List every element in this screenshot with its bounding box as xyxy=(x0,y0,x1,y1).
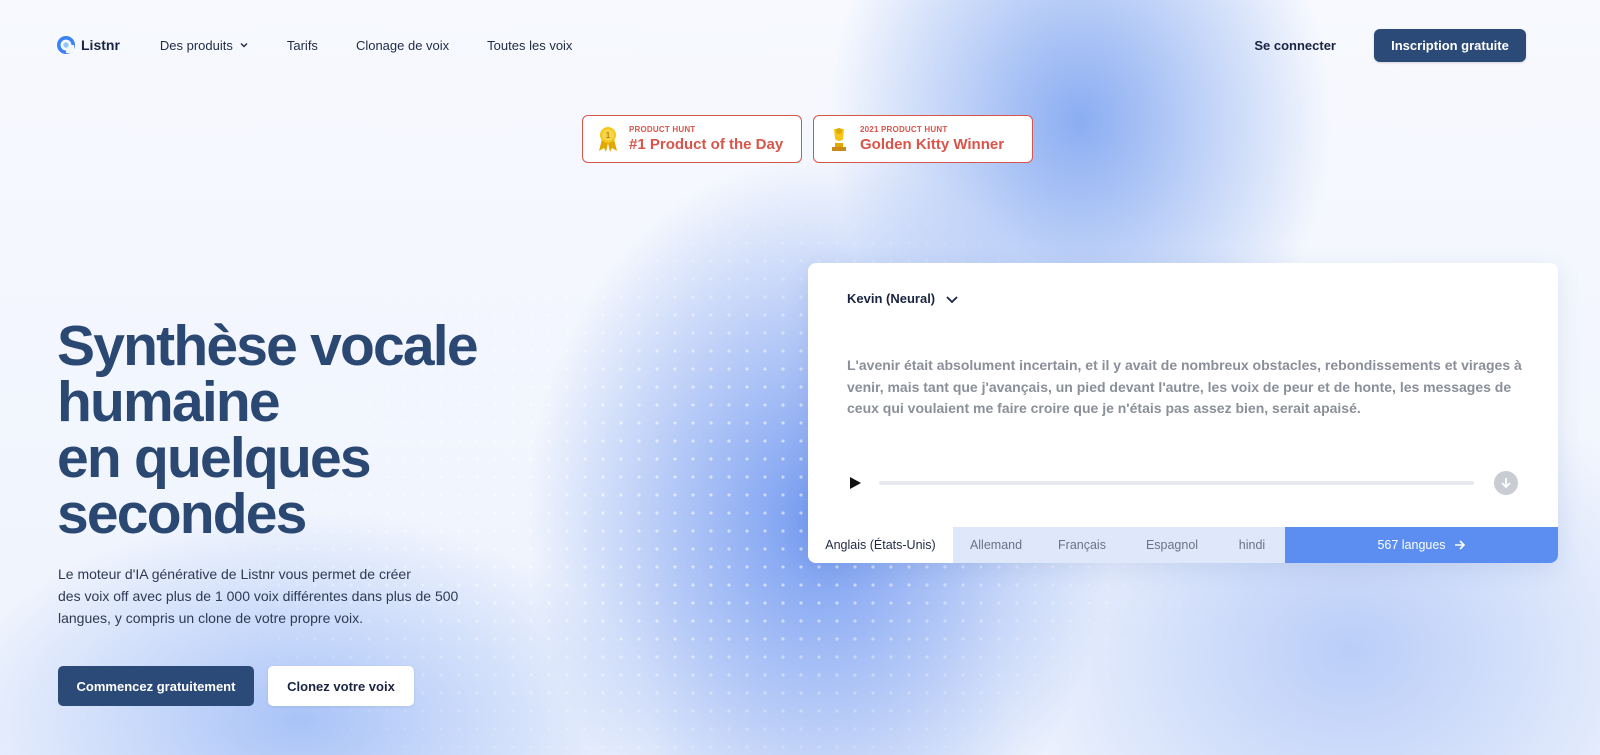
language-tabs: Anglais (États-Unis) Allemand Français E… xyxy=(808,527,1558,563)
tab-english-us[interactable]: Anglais (États-Unis) xyxy=(808,527,953,563)
start-free-button[interactable]: Commencez gratuitement xyxy=(58,666,254,706)
audio-player xyxy=(847,471,1518,495)
hero-title-line: Synthèse vocale xyxy=(57,314,479,378)
hero-description-line: Le moteur d'IA générative de Listnr vous… xyxy=(58,566,411,582)
golden-kitty-badge[interactable]: 2021 PRODUCT HUNT Golden Kitty Winner xyxy=(813,115,1033,163)
login-link[interactable]: Se connecter xyxy=(1254,38,1336,53)
medal-icon: 1 xyxy=(599,127,617,152)
tab-german[interactable]: Allemand xyxy=(953,527,1039,563)
brand-logo[interactable]: Listnr xyxy=(57,36,120,54)
hero-description-line: des voix off avec plus de 1 000 voix dif… xyxy=(58,588,459,604)
sample-text: L'avenir était absolument incertain, et … xyxy=(847,357,1522,416)
listnr-logo-icon xyxy=(57,36,75,54)
hero-description-line: langues, y compris un clone de votre pro… xyxy=(58,610,364,626)
clone-voice-button[interactable]: Clonez votre voix xyxy=(268,666,414,706)
badge-title: Golden Kitty Winner xyxy=(860,136,1005,153)
hero-cta-group: Commencez gratuitement Clonez votre voix xyxy=(58,666,414,706)
top-nav: Listnr Des produits Tarifs Clonage de vo… xyxy=(57,28,1526,62)
trophy-icon xyxy=(832,128,846,151)
nav-products[interactable]: Des produits xyxy=(160,38,249,53)
award-badges: 1 PRODUCT HUNT #1 Product of the Day 202… xyxy=(582,115,1033,163)
nav-all-voices[interactable]: Toutes les voix xyxy=(487,38,572,53)
nav-voice-cloning[interactable]: Clonage de voix xyxy=(356,38,449,53)
svg-text:1: 1 xyxy=(606,131,611,140)
hero-title-line: humaine xyxy=(57,370,281,434)
play-icon[interactable] xyxy=(847,475,863,491)
hero-description: Le moteur d'IA générative de Listnr vous… xyxy=(58,563,478,629)
nav-products-label: Des produits xyxy=(159,37,233,53)
hero-title-line: secondes xyxy=(57,482,307,546)
hero-title-line: en quelques xyxy=(57,426,372,490)
brand-name: Listnr xyxy=(81,37,120,53)
tab-spanish[interactable]: Espagnol xyxy=(1125,527,1219,563)
tts-demo-card: Kevin (Neural) L'avenir était absolument… xyxy=(808,263,1558,563)
arrow-right-icon xyxy=(1454,540,1465,550)
voice-name: Kevin (Neural) xyxy=(847,291,936,306)
more-languages-button[interactable]: 567 langues xyxy=(1285,527,1558,563)
download-icon xyxy=(1501,478,1511,489)
tab-french[interactable]: Français xyxy=(1039,527,1125,563)
badge-label: PRODUCT HUNT xyxy=(629,125,696,134)
audio-progress-track[interactable] xyxy=(879,481,1474,485)
download-button[interactable] xyxy=(1494,471,1518,495)
signup-button[interactable]: Inscription gratuite xyxy=(1374,28,1526,62)
tab-hindi[interactable]: hindi xyxy=(1219,527,1285,563)
hero-title: Synthèse vocale humaine en quelques seco… xyxy=(57,314,517,546)
chevron-down-icon xyxy=(240,43,248,48)
badge-title: #1 Product of the Day xyxy=(629,136,784,153)
more-languages-label: 567 langues xyxy=(1377,538,1446,552)
badge-label: 2021 PRODUCT HUNT xyxy=(860,125,948,134)
product-of-day-badge[interactable]: 1 PRODUCT HUNT #1 Product of the Day xyxy=(582,115,802,163)
voice-dropdown[interactable]: Kevin (Neural) xyxy=(847,291,959,306)
chevron-down-icon xyxy=(946,295,958,303)
nav-pricing[interactable]: Tarifs xyxy=(287,38,318,53)
